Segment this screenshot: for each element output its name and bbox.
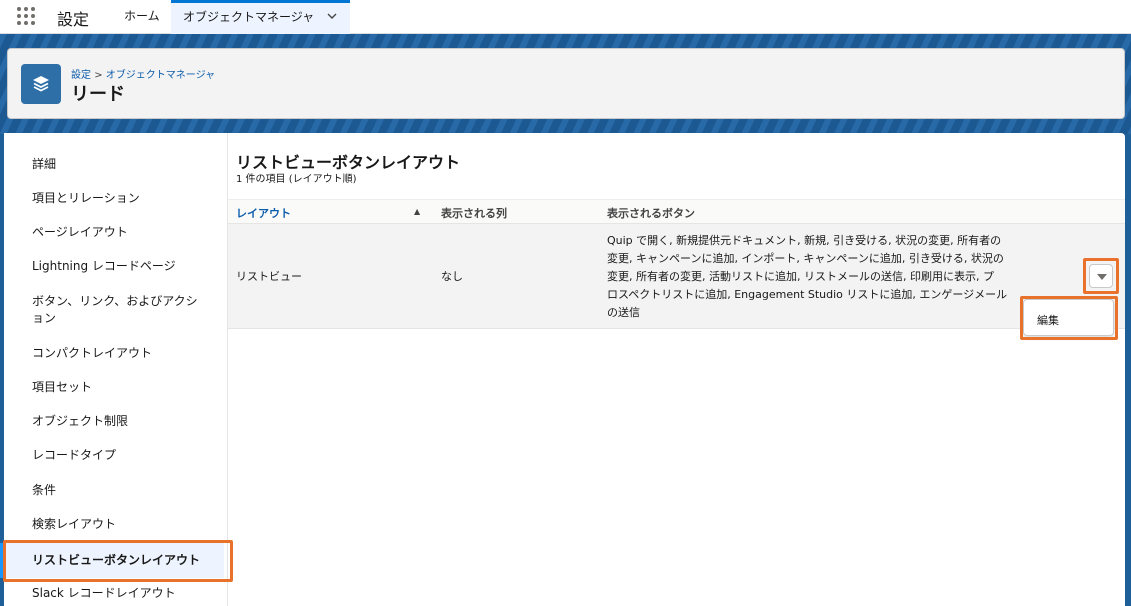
sidebar-item-search-layouts[interactable]: 検索レイアウト (0, 516, 224, 533)
row-actions-dropdown: 編集 (1023, 299, 1114, 336)
sidebar-item-label-line2: ョン (32, 311, 57, 325)
layers-icon (21, 64, 61, 104)
sidebar-item-restriction-rules[interactable]: 条件 (0, 482, 224, 499)
tab-object-manager-label: オブジェクトマネージャ (183, 10, 315, 24)
sidebar-item-compact-layouts[interactable]: コンパクトレイアウト (0, 345, 224, 362)
app-name: 設定 (57, 10, 90, 29)
sidebar-item-lightning-record-pages[interactable]: Lightning レコードページ (0, 258, 224, 275)
buttons-line: Quip で開く, 新規提供元ドキュメント, 新規, 引き受ける, 状況の変更,… (607, 234, 1002, 247)
buttons-line: ロスペクトリストに追加, Engagement Studio リストに追加, エ… (607, 288, 1008, 301)
sidebar-item-page-layouts[interactable]: ページレイアウト (0, 224, 224, 241)
column-header-buttons-shown[interactable]: 表示されるボタン (607, 205, 695, 221)
page-title: リード (71, 84, 125, 105)
global-nav: 設定 ホーム オブジェクトマネージャ (0, 0, 1131, 34)
chevron-down-icon (1097, 274, 1107, 280)
table-header: レイアウト 表示される列 表示されるボタン (228, 199, 1125, 224)
cell-columns-shown: なし (441, 270, 463, 283)
tab-home[interactable]: ホーム (112, 0, 172, 34)
sidebar-item-slack-record-layout[interactable]: Slack レコードレイアウト (0, 585, 224, 602)
sidebar-item-list-view-button-layout[interactable]: リストビューボタンレイアウト (0, 543, 224, 578)
menu-item-edit[interactable]: 編集 (1037, 312, 1059, 328)
cell-buttons-shown: Quip で開く, 新規提供元ドキュメント, 新規, 引き受ける, 状況の変更,… (607, 232, 1037, 322)
chevron-down-icon[interactable] (326, 10, 338, 22)
column-header-layout[interactable]: レイアウト (236, 205, 291, 221)
sidebar-item-buttons-links-actions[interactable]: ボタン、リンク、およびアクシ ョン (0, 293, 224, 327)
row-actions-button[interactable] (1089, 264, 1113, 288)
sidebar-item-fields-relationships[interactable]: 項目とリレーション (0, 190, 224, 207)
sidebar-item-field-sets[interactable]: 項目セット (0, 379, 224, 396)
column-header-columns-shown[interactable]: 表示される列 (441, 205, 507, 221)
breadcrumb: 設定 > オブジェクトマネージャ (71, 66, 215, 81)
tab-object-manager[interactable]: オブジェクトマネージャ (171, 0, 350, 34)
sidebar-item-record-types[interactable]: レコードタイプ (0, 447, 224, 464)
app-launcher-icon[interactable] (17, 7, 35, 25)
content-item-count: 1 件の項目 (レイアウト順) (236, 174, 357, 185)
cell-layout-name: リストビュー (236, 270, 302, 283)
sidebar-item-object-limits[interactable]: オブジェクト制限 (0, 413, 224, 430)
sort-ascending-icon[interactable]: ▲ (414, 207, 420, 216)
sidebar-item-label-line1: ボタン、リンク、およびアクシ (32, 294, 198, 308)
page-header: 設定 > オブジェクトマネージャ リード (7, 48, 1125, 119)
sidebar-item-details[interactable]: 詳細 (0, 156, 224, 173)
buttons-line: 変更, 所有者の変更, 活動リストに追加, リストメールの送信, 印刷用に表示,… (607, 270, 994, 283)
buttons-line: 変更, キャンペーンに追加, インポート, キャンペーンに追加, 引き受ける, … (607, 252, 1004, 265)
buttons-line: の送信 (607, 306, 640, 319)
